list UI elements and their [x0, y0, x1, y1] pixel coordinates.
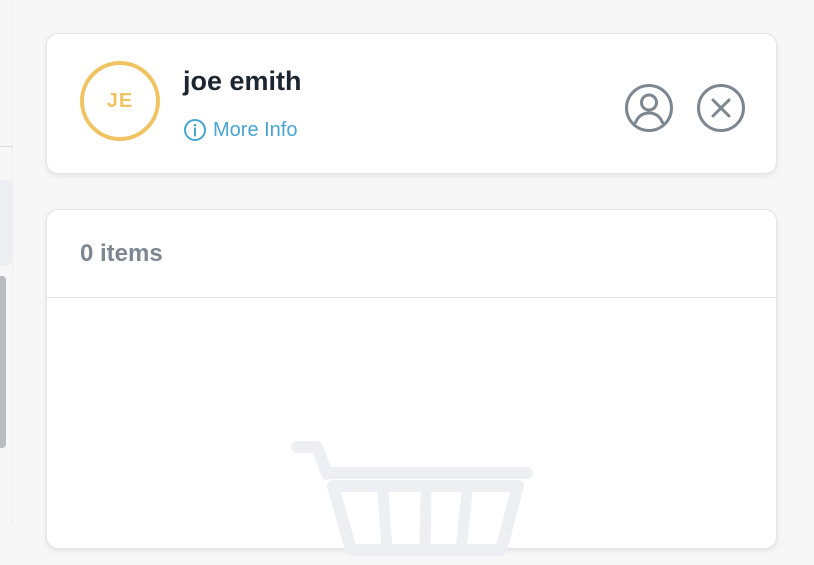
more-info-link[interactable]: More Info	[183, 118, 297, 142]
user-profile-button[interactable]	[623, 82, 675, 134]
cart-card: 0 items	[46, 209, 777, 556]
more-info-label: More Info	[213, 118, 298, 141]
shopping-cart-icon	[291, 440, 541, 560]
close-circle-icon	[697, 84, 745, 132]
background-panel	[0, 180, 13, 266]
background-scrollbar[interactable]	[0, 276, 6, 448]
user-circle-icon	[625, 84, 673, 132]
avatar-initials: JE	[106, 89, 134, 112]
info-icon	[183, 118, 207, 142]
customer-name: joe emith	[183, 66, 302, 96]
close-button[interactable]	[695, 82, 747, 134]
customer-card: JE joe emith More Info	[46, 33, 777, 174]
background-page-edge	[0, 0, 13, 524]
cart-item-count: 0 items	[80, 239, 163, 267]
cart-header: 0 items	[47, 210, 776, 298]
customer-avatar: JE	[80, 61, 160, 141]
page-divider	[0, 146, 13, 147]
